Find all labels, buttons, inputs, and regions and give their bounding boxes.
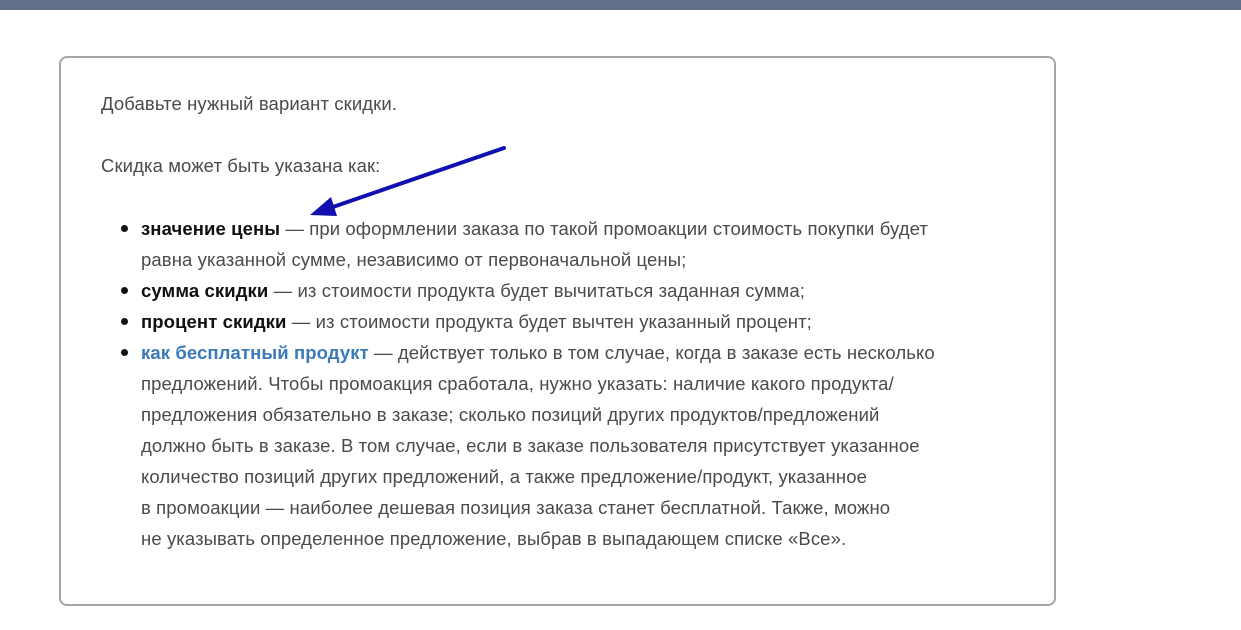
item-line: — из стоимости продукта будет вычтен ука…: [286, 311, 812, 332]
kinds-heading: Скидка может быть указана как:: [101, 155, 381, 176]
list-item-price-value: значение цены — при оформлении заказа по…: [121, 213, 1021, 275]
item-line: должно быть в заказе. В том случае, если…: [141, 435, 920, 456]
item-line: предложения обязательно в заказе; скольк…: [141, 404, 880, 425]
term-discount-sum: сумма скидки: [141, 280, 269, 301]
list-item-free-product: как бесплатный продукт — действует тольк…: [121, 337, 1021, 554]
item-line: — при оформлении заказа по такой промоак…: [280, 218, 928, 239]
item-line: равна указанной сумме, независимо от пер…: [141, 249, 687, 270]
top-bar: [0, 0, 1241, 10]
list-item-discount-percent: процент скидки — из стоимости продукта б…: [121, 306, 1021, 337]
intro-text: Добавьте нужный вариант скидки.: [101, 93, 398, 114]
item-line: — из стоимости продукта будет вычитаться…: [268, 280, 805, 301]
term-discount-percent: процент скидки: [141, 311, 287, 332]
item-line: предложений. Чтобы промоакция сработала,…: [141, 373, 894, 394]
free-product-link[interactable]: как бесплатный продукт: [141, 342, 369, 363]
term-price-value: значение цены: [141, 218, 281, 239]
item-line: количество позиций других предложений, а…: [141, 466, 867, 487]
item-line: в промоакции — наиболее дешевая позиция …: [141, 497, 891, 518]
item-line: не указывать определенное предложение, в…: [141, 528, 847, 549]
discount-types-list: значение цены — при оформлении заказа по…: [121, 213, 1021, 554]
list-item-discount-sum: сумма скидки — из стоимости продукта буд…: [121, 275, 1021, 306]
item-line: — действует только в том случае, когда в…: [368, 342, 935, 363]
info-card: Добавьте нужный вариант скидки. Скидка м…: [59, 56, 1056, 606]
